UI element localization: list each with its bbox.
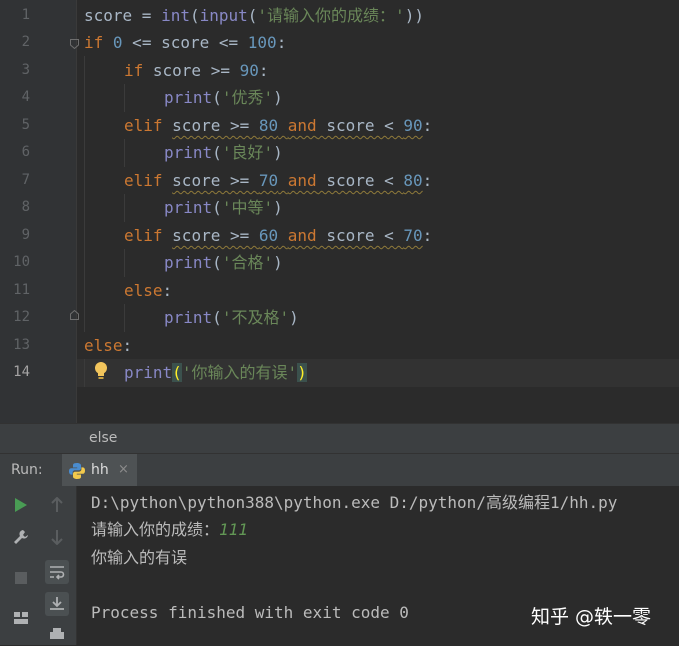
line-number: 2 — [21, 34, 30, 50]
line-number: 1 — [21, 7, 30, 23]
stop-icon[interactable] — [9, 566, 33, 590]
run-label: Run: — [11, 462, 43, 478]
python-icon — [68, 462, 86, 484]
print-icon[interactable] — [45, 622, 69, 646]
code-line: print('良好') — [164, 143, 283, 162]
run-tab-label: hh — [91, 462, 109, 478]
run-tool-window-header: Run: hh × — [0, 453, 679, 488]
line-number: 5 — [21, 117, 30, 133]
code-line: else: — [84, 336, 133, 355]
code-line: print('优秀') — [164, 88, 283, 107]
code-line: else: — [124, 281, 173, 300]
console-output-line: 你输入的有误 — [91, 548, 188, 567]
wrench-icon[interactable] — [9, 525, 33, 549]
close-icon[interactable]: × — [118, 462, 129, 477]
code-line: if 0 <= score <= 100: — [84, 33, 287, 52]
code-line-current: print('你输入的有误') — [124, 363, 307, 382]
console-exit-line: Process finished with exit code 0 — [91, 603, 409, 622]
line-number: 7 — [21, 172, 30, 188]
console-command-line: D:\python\python388\python.exe D:/python… — [91, 493, 618, 512]
line-number: 8 — [21, 199, 30, 215]
watermark: 知乎 @轶一零 — [531, 606, 652, 628]
indent-guide — [124, 84, 125, 112]
breadcrumb: else — [0, 423, 679, 454]
line-number: 10 — [13, 254, 30, 270]
console-input-value: 111 — [219, 520, 248, 539]
code-line: print('合格') — [164, 253, 283, 272]
line-number: 9 — [21, 227, 30, 243]
line-number: 12 — [13, 309, 30, 325]
run-tab-hh[interactable]: hh × — [62, 454, 137, 487]
code-line: print('中等') — [164, 198, 283, 217]
line-number-current: 14 — [13, 364, 30, 380]
code-line: elif score >= 80 and score < 90: — [124, 116, 433, 135]
fold-close-icon[interactable] — [70, 310, 79, 320]
line-number: 3 — [21, 62, 30, 78]
console-prompt-line: 请输入你的成绩：111 — [91, 520, 248, 539]
indent-guide — [84, 359, 85, 387]
up-arrow-icon[interactable] — [45, 493, 69, 517]
layout-icon[interactable] — [9, 606, 33, 630]
code-line: if score >= 90: — [124, 61, 269, 80]
code-line: elif score >= 70 and score < 80: — [124, 171, 433, 190]
code-line: score = int(input('请输入你的成绩：')) — [84, 6, 424, 25]
fold-open-icon[interactable] — [70, 39, 79, 49]
indent-guide — [124, 304, 125, 332]
down-arrow-icon[interactable] — [45, 525, 69, 549]
code-line: print('不及格') — [164, 308, 299, 327]
line-number: 6 — [21, 144, 30, 160]
run-icon[interactable] — [9, 493, 33, 517]
indent-guide — [124, 139, 125, 167]
code-line: elif score >= 60 and score < 70: — [124, 226, 433, 245]
run-toolbar — [0, 486, 77, 645]
scroll-to-end-icon[interactable] — [45, 592, 69, 616]
line-number: 4 — [21, 89, 30, 105]
lightbulb-icon[interactable] — [92, 361, 110, 381]
breadcrumb-item[interactable]: else — [89, 430, 117, 446]
indent-guide — [124, 194, 125, 222]
indent-guide — [84, 56, 85, 332]
soft-wrap-icon[interactable] — [45, 560, 69, 584]
code-editor[interactable]: 1 2 3 4 5 6 7 8 9 10 11 12 13 14 score =… — [0, 0, 679, 423]
indent-guide — [124, 249, 125, 277]
line-number: 11 — [13, 282, 30, 298]
line-number: 13 — [13, 337, 30, 353]
